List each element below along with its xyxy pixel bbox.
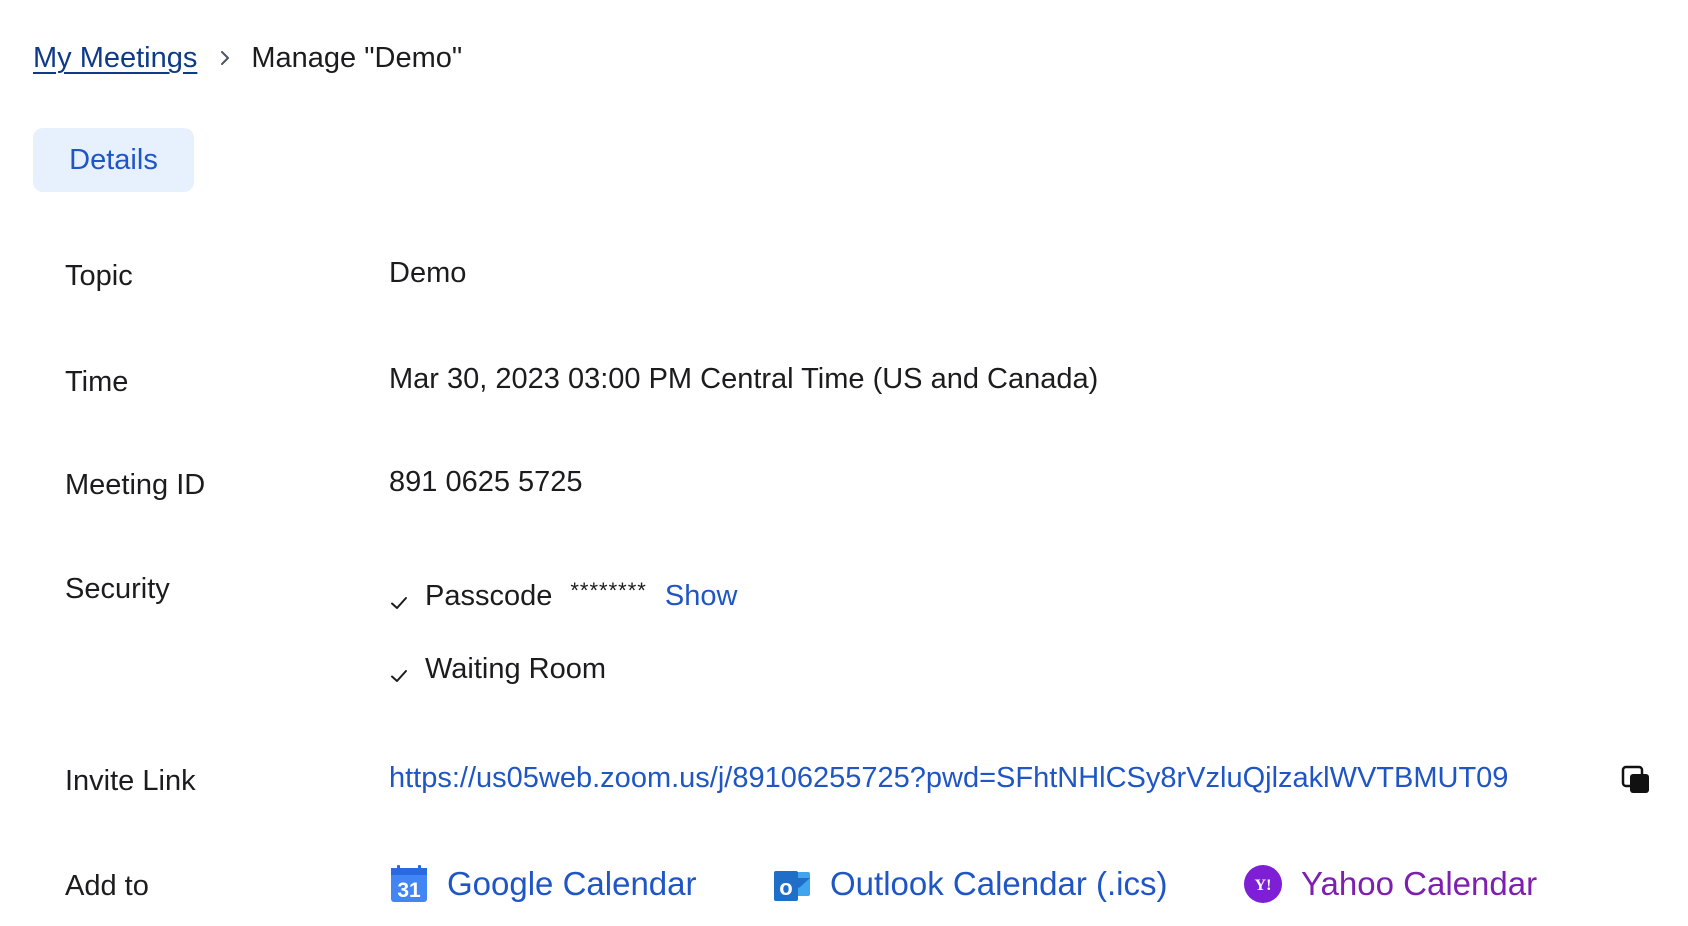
invite-link-label: Invite Link — [65, 765, 196, 797]
security-label: Security — [65, 573, 170, 605]
meeting-id-value: 891 0625 5725 — [389, 466, 583, 498]
passcode-masked: ******** — [570, 578, 647, 603]
waiting-room-row: Waiting Room — [389, 651, 606, 687]
breadcrumb-my-meetings-link[interactable]: My Meetings — [33, 38, 197, 78]
chevron-right-icon — [217, 50, 233, 66]
manage-meeting-page: My Meetings Manage "Demo" Details Topic … — [0, 0, 1688, 926]
invite-link-url[interactable]: https://us05web.zoom.us/j/89106255725?pw… — [389, 760, 1508, 796]
tab-details[interactable]: Details — [33, 128, 194, 192]
passcode-row: Passcode ******** Show — [389, 578, 737, 614]
google-calendar-link[interactable]: 31 Google Calendar — [389, 864, 697, 904]
outlook-calendar-link[interactable]: o Outlook Calendar (.ics) — [772, 864, 1167, 904]
add-to-label: Add to — [65, 870, 149, 902]
meeting-id-label: Meeting ID — [65, 469, 206, 501]
topic-label: Topic — [65, 260, 133, 292]
google-calendar-icon: 31 — [389, 864, 429, 904]
breadcrumb-current: Manage "Demo" — [251, 42, 463, 74]
check-icon — [389, 586, 409, 609]
time-label: Time — [65, 366, 129, 398]
topic-value: Demo — [389, 257, 467, 289]
svg-text:Y!: Y! — [1255, 877, 1272, 894]
svg-text:o: o — [779, 875, 792, 900]
outlook-calendar-label: Outlook Calendar (.ics) — [830, 865, 1168, 902]
show-passcode-link[interactable]: Show — [665, 578, 738, 614]
copy-icon[interactable] — [1620, 764, 1652, 796]
yahoo-calendar-label: Yahoo Calendar — [1301, 865, 1538, 902]
passcode-label: Passcode — [425, 580, 553, 612]
svg-text:31: 31 — [397, 879, 421, 902]
yahoo-calendar-link[interactable]: Y! Yahoo Calendar — [1243, 864, 1537, 904]
waiting-room-label: Waiting Room — [425, 653, 607, 685]
time-value: Mar 30, 2023 03:00 PM Central Time (US a… — [389, 363, 1099, 395]
outlook-icon: o — [772, 864, 812, 904]
google-calendar-label: Google Calendar — [447, 865, 697, 902]
breadcrumb: My Meetings Manage "Demo" — [33, 38, 462, 78]
check-icon — [389, 659, 409, 682]
yahoo-icon: Y! — [1243, 864, 1283, 904]
